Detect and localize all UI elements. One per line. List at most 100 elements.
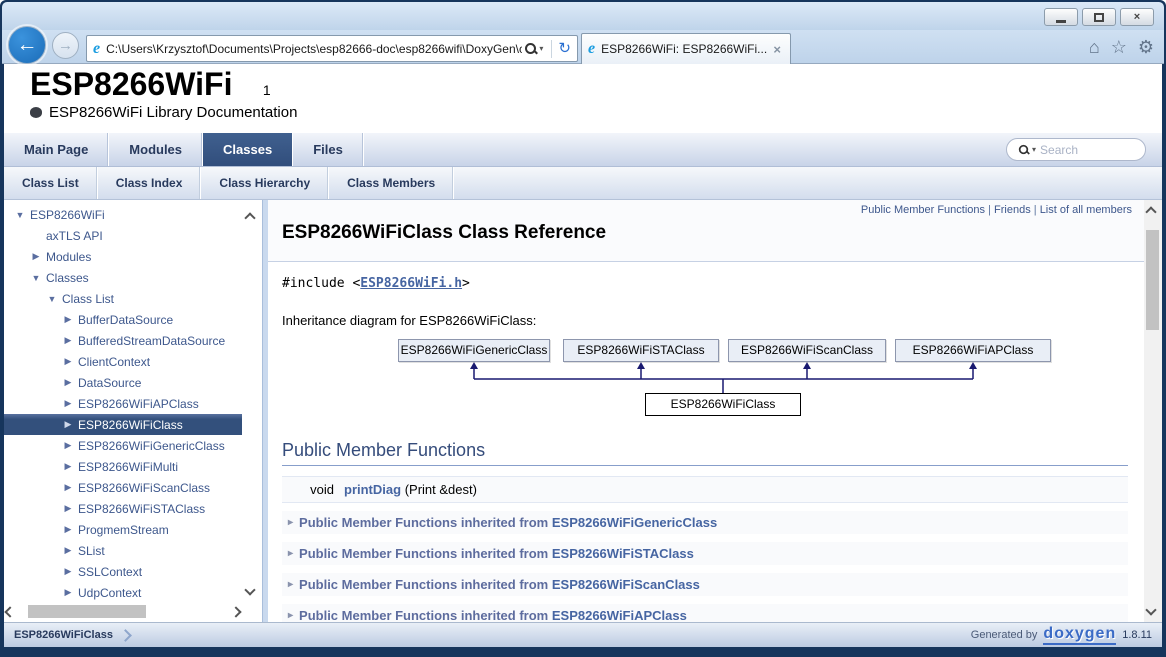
- forward-button[interactable]: →: [52, 32, 79, 59]
- browser-tab[interactable]: e ESP8266WiFi: ESP8266WiFi... ×: [581, 33, 791, 64]
- tree-expand-icon[interactable]: ▼: [30, 273, 42, 283]
- tree-item-esp8266wificlass-selected[interactable]: ▶ESP8266WiFiClass: [4, 414, 242, 435]
- breadcrumb[interactable]: ESP8266WiFiClass: [14, 629, 113, 641]
- tree-item-esp8266wifiapclass[interactable]: ▶ESP8266WiFiAPClass: [4, 393, 242, 414]
- tree-item-clientcontext[interactable]: ▶ClientContext: [4, 351, 242, 372]
- tools-gear-icon[interactable]: ⚙: [1138, 38, 1154, 56]
- inherited-class-link[interactable]: ESP8266WiFiSTAClass: [552, 546, 694, 561]
- minimize-button[interactable]: [1044, 8, 1078, 26]
- tree-expand-icon[interactable]: ▼: [14, 210, 26, 220]
- tab-modules[interactable]: Modules: [109, 133, 203, 166]
- tree-expand-icon[interactable]: ▶: [62, 566, 74, 577]
- tree-expand-icon[interactable]: ▶: [62, 377, 74, 388]
- inherited-section-staclass[interactable]: ▸ Public Member Functions inherited from…: [282, 542, 1128, 565]
- include-file-link[interactable]: ESP8266WiFi.h: [360, 276, 462, 291]
- tree-item-udpcontext[interactable]: ▶UdpContext: [4, 582, 242, 602]
- inherited-class-link[interactable]: ESP8266WiFiAPClass: [552, 608, 687, 622]
- refresh-button[interactable]: ↻: [556, 41, 573, 56]
- summary-link-public-members[interactable]: Public Member Functions: [861, 204, 985, 216]
- chevron-down-icon[interactable]: ▾: [539, 44, 543, 53]
- tree-expand-icon[interactable]: ▶: [62, 398, 74, 409]
- tree-item-esp8266wifigenericclass[interactable]: ▶ESP8266WiFiGenericClass: [4, 435, 242, 456]
- summary-link-friends[interactable]: Friends: [994, 204, 1031, 216]
- scroll-up-icon[interactable]: [244, 212, 255, 223]
- tree-expand-icon[interactable]: ▼: [46, 294, 58, 304]
- title-bar[interactable]: ×: [2, 2, 1164, 30]
- diagram-node-genericclass[interactable]: ESP8266WiFiGenericClass: [398, 339, 550, 362]
- tree-item-bufferdatasource[interactable]: ▶BufferDataSource: [4, 309, 242, 330]
- tree-item-progmemstream[interactable]: ▶ProgmemStream: [4, 519, 242, 540]
- tree-item-axtls-api[interactable]: axTLS API: [4, 225, 242, 246]
- address-url[interactable]: C:\Users\Krzysztof\Documents\Projects\es…: [106, 42, 522, 56]
- tree-item-class-list[interactable]: ▼Class List: [4, 288, 242, 309]
- tree-expand-icon[interactable]: ▶: [62, 545, 74, 556]
- tree-expand-icon[interactable]: ▶: [62, 314, 74, 325]
- tree-expand-icon[interactable]: ▶: [62, 503, 74, 514]
- tree-item-esp8266wifi[interactable]: ▼ESP8266WiFi: [4, 204, 242, 225]
- doc-content: Public Member Functions | Friends | List…: [268, 200, 1162, 622]
- tab-class-list[interactable]: Class List: [4, 167, 98, 199]
- tab-close-icon[interactable]: ×: [770, 42, 784, 57]
- sidebar-vertical-scrollbar[interactable]: [243, 204, 260, 600]
- close-button[interactable]: ×: [1120, 8, 1154, 26]
- tab-class-hierarchy[interactable]: Class Hierarchy: [201, 167, 329, 199]
- diagram-node-scanclass[interactable]: ESP8266WiFiScanClass: [728, 339, 886, 362]
- search-icon[interactable]: [524, 42, 537, 55]
- summary-link-all-members[interactable]: List of all members: [1040, 204, 1132, 216]
- tab-main-page[interactable]: Main Page: [4, 133, 109, 166]
- doc-header: ESP8266WiFi 1 ESP8266WiFi Library Docume…: [4, 64, 1162, 133]
- tree-expand-icon[interactable]: ▶: [62, 587, 74, 598]
- scroll-right-icon[interactable]: [230, 606, 241, 617]
- address-bar[interactable]: e C:\Users\Krzysztof\Documents\Projects\…: [86, 35, 578, 62]
- back-button[interactable]: ←: [8, 26, 46, 64]
- tree-expand-icon[interactable]: ▶: [62, 461, 74, 472]
- inherited-section-scanclass[interactable]: ▸ Public Member Functions inherited from…: [282, 573, 1128, 596]
- forward-icon: →: [58, 37, 73, 54]
- tree-item-classes[interactable]: ▼Classes: [4, 267, 242, 288]
- member-link-printdiag[interactable]: printDiag: [344, 482, 401, 497]
- maximize-button[interactable]: [1082, 8, 1116, 26]
- doxygen-logo[interactable]: doxygen: [1043, 626, 1116, 645]
- tree-expand-icon[interactable]: ▶: [62, 524, 74, 535]
- footer-navpath: ESP8266WiFiClass Generated by doxygen 1.…: [4, 622, 1162, 647]
- tree-expand-icon[interactable]: ▶: [30, 251, 42, 262]
- doxygen-version: 1.8.11: [1122, 629, 1152, 641]
- scroll-down-icon[interactable]: [244, 584, 255, 595]
- tree-expand-icon[interactable]: ▶: [62, 335, 74, 346]
- tree-item-esp8266wifistaclass[interactable]: ▶ESP8266WiFiSTAClass: [4, 498, 242, 519]
- favorites-star-icon[interactable]: ☆: [1111, 38, 1127, 56]
- search-box[interactable]: ▾: [1006, 138, 1146, 161]
- tree-item-slist[interactable]: ▶SList: [4, 540, 242, 561]
- content-vertical-scrollbar[interactable]: [1144, 200, 1162, 622]
- tree-expand-icon[interactable]: ▶: [62, 440, 74, 451]
- tree-item-esp8266wifiscanclass[interactable]: ▶ESP8266WiFiScanClass: [4, 477, 242, 498]
- tree-item-modules[interactable]: ▶Modules: [4, 246, 242, 267]
- tree-expand-icon[interactable]: ▶: [62, 419, 74, 430]
- diagram-node-apclass[interactable]: ESP8266WiFiAPClass: [895, 339, 1051, 362]
- scroll-up-icon[interactable]: [1145, 206, 1156, 217]
- tree-expand-icon[interactable]: ▶: [62, 482, 74, 493]
- tree-item-bufferedstreamdatasource[interactable]: ▶BufferedStreamDataSource: [4, 330, 242, 351]
- tree-item-datasource[interactable]: ▶DataSource: [4, 372, 242, 393]
- home-icon[interactable]: ⌂: [1089, 38, 1100, 56]
- diagram-node-staclass[interactable]: ESP8266WiFiSTAClass: [563, 339, 719, 362]
- search-input[interactable]: [1040, 143, 1130, 157]
- inherited-class-link[interactable]: ESP8266WiFiScanClass: [552, 577, 700, 592]
- scrollbar-thumb[interactable]: [28, 605, 146, 618]
- inherited-section-genericclass[interactable]: ▸ Public Member Functions inherited from…: [282, 511, 1128, 534]
- search-caret-icon[interactable]: ▾: [1032, 145, 1036, 154]
- tab-class-members[interactable]: Class Members: [329, 167, 454, 199]
- tab-classes[interactable]: Classes: [203, 133, 293, 166]
- tab-class-index[interactable]: Class Index: [98, 167, 202, 199]
- inherited-class-link[interactable]: ESP8266WiFiGenericClass: [552, 515, 717, 530]
- tab-files[interactable]: Files: [293, 133, 364, 166]
- scroll-left-icon[interactable]: [4, 606, 15, 617]
- tree-item-label: SSLContext: [78, 565, 142, 579]
- tree-item-esp8266wifimulti[interactable]: ▶ESP8266WiFiMulti: [4, 456, 242, 477]
- inherited-section-apclass[interactable]: ▸ Public Member Functions inherited from…: [282, 604, 1128, 622]
- tree-expand-icon[interactable]: ▶: [62, 356, 74, 367]
- sidebar-horizontal-scrollbar[interactable]: [6, 603, 240, 620]
- scrollbar-thumb[interactable]: [1146, 230, 1159, 330]
- tree-item-sslcontext[interactable]: ▶ SSLContext: [4, 561, 242, 582]
- scroll-down-icon[interactable]: [1145, 604, 1156, 615]
